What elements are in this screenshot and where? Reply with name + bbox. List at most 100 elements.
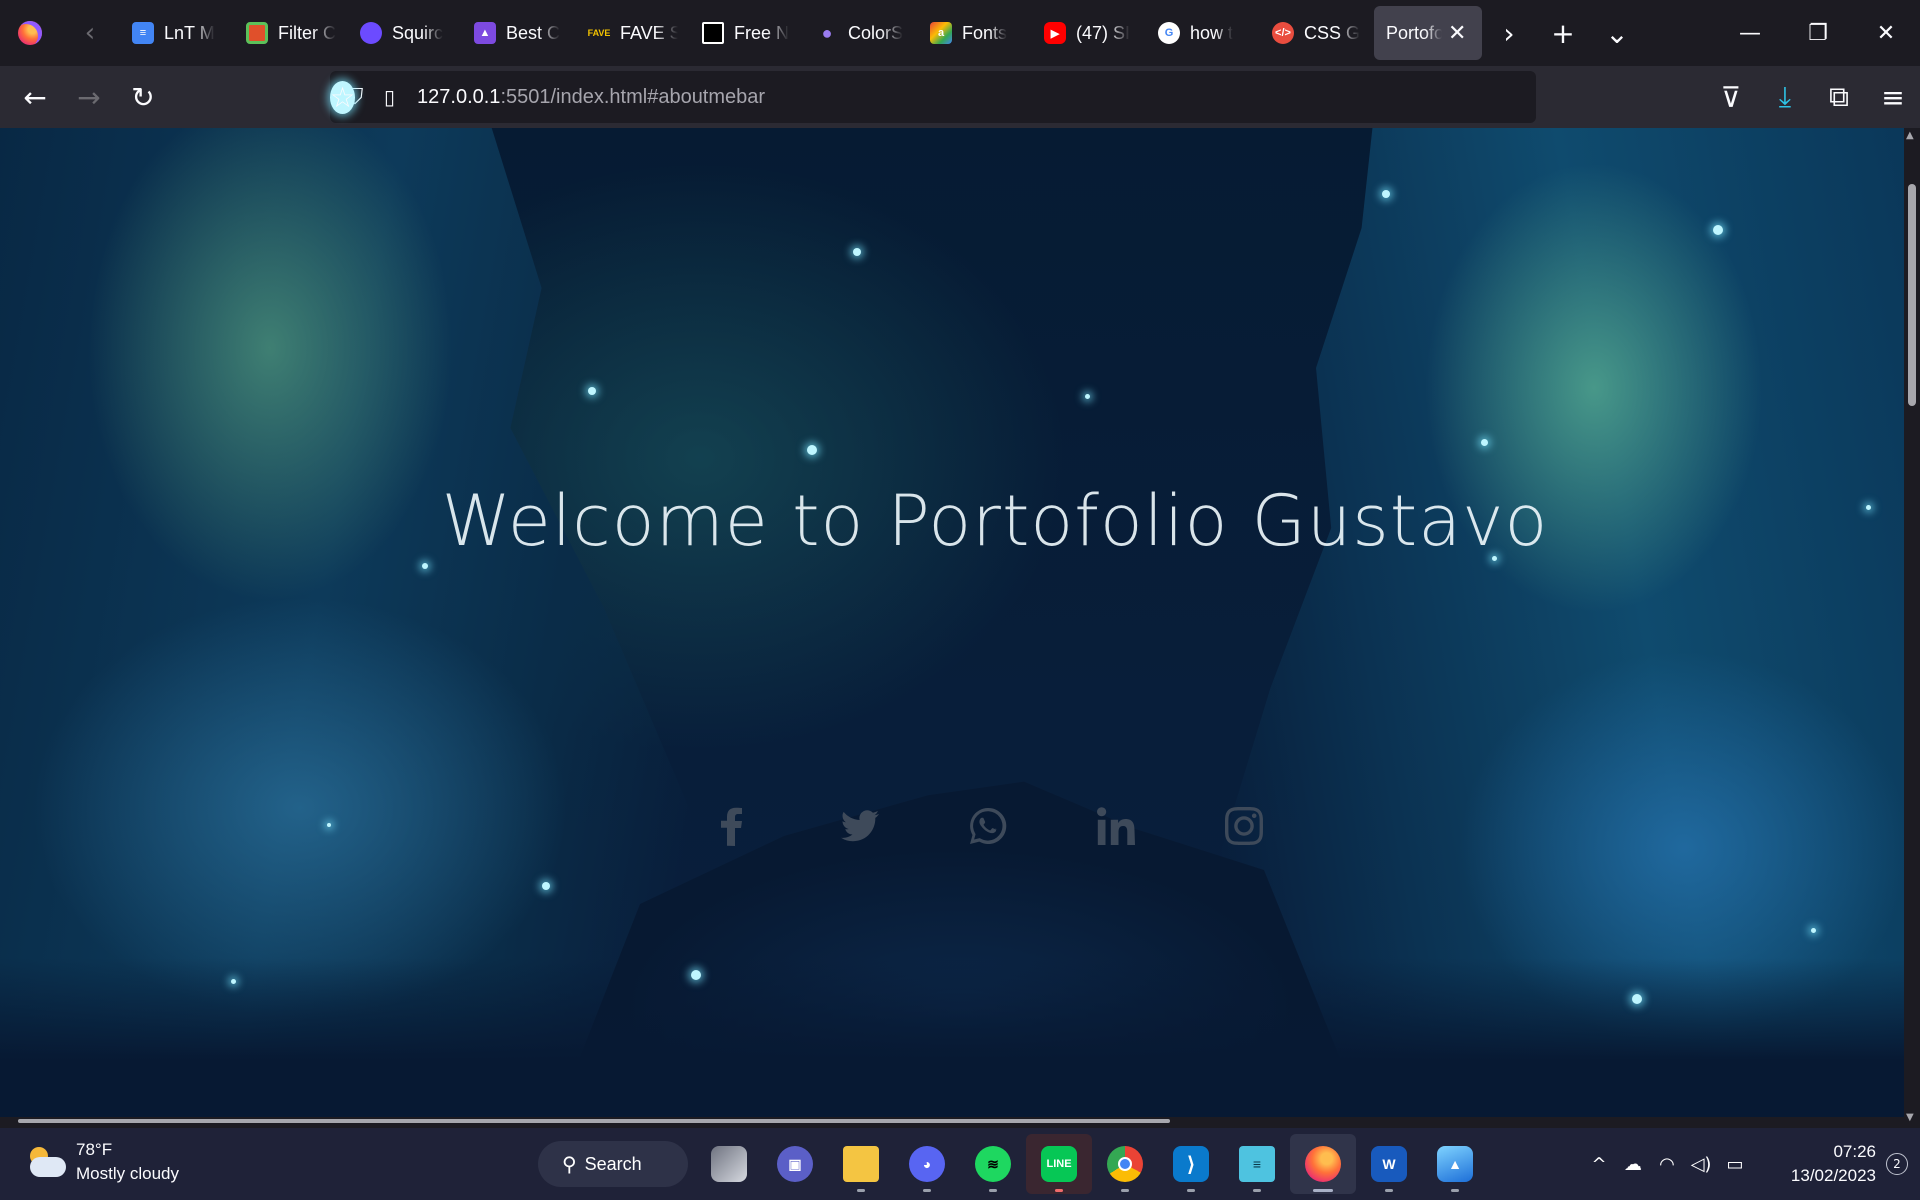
glow-star <box>1382 190 1390 198</box>
task-view-button[interactable] <box>696 1134 762 1194</box>
glow-star <box>1632 994 1642 1004</box>
spotify-icon: ≋ <box>975 1146 1011 1182</box>
tab-best[interactable]: ▲ Best C <box>462 6 576 60</box>
linkedin-icon[interactable] <box>1052 796 1180 856</box>
minimize-icon[interactable]: — <box>1716 0 1784 66</box>
hero-title: Welcome to Portofolio Gustavo <box>441 480 1549 562</box>
pocket-icon[interactable]: ⊽ <box>1704 70 1758 124</box>
scroll-tabs-left-icon[interactable]: ‹ <box>60 0 120 66</box>
start-button[interactable] <box>464 1134 530 1194</box>
scroll-down-icon[interactable]: ▼ <box>1906 1112 1914 1123</box>
extensions-icon[interactable]: ⧉ <box>1812 70 1866 124</box>
google-icon: G <box>1158 22 1180 44</box>
download-icon[interactable]: ⤓ <box>1758 70 1812 124</box>
firefox-taskbar-button[interactable] <box>1290 1134 1356 1194</box>
taskbar-apps: ⚲ Search ▣ ◕ ≋ LINE ⟩ ≡ W ▲ <box>464 1128 1488 1200</box>
file-explorer-button[interactable] <box>828 1134 894 1194</box>
onedrive-icon[interactable]: ☁ <box>1616 1154 1650 1175</box>
discord-button[interactable]: ◕ <box>894 1134 960 1194</box>
tab-fonts[interactable]: a Fonts <box>918 6 1032 60</box>
search-icon: ⚲ <box>562 1153 577 1176</box>
tab-colors[interactable]: ● ColorS <box>804 6 918 60</box>
scroll-up-icon[interactable]: ▲ <box>1906 130 1914 141</box>
glow-star <box>542 882 550 890</box>
forward-icon[interactable]: → <box>62 70 116 124</box>
scene-fade <box>0 958 1904 1125</box>
tab-portofolio[interactable]: Portofol ✕ <box>1374 6 1482 60</box>
notification-badge[interactable]: 2 <box>1886 1153 1908 1175</box>
whatsapp-icon[interactable] <box>924 796 1052 856</box>
page-info-icon[interactable]: ▯ <box>384 85 395 109</box>
chrome-button[interactable] <box>1092 1134 1158 1194</box>
url-bar[interactable]: ⛉ ▯ 127.0.0.1:5501/index.html#aboutmebar… <box>330 71 1536 123</box>
back-icon[interactable]: ← <box>8 70 62 124</box>
clock[interactable]: 07:26 13/02/2023 <box>1766 1140 1876 1188</box>
teams-chat-button[interactable]: ▣ <box>762 1134 828 1194</box>
vscode-icon: ⟩ <box>1173 1146 1209 1182</box>
glow-star <box>422 563 428 569</box>
code-icon: </> <box>1272 22 1294 44</box>
squircle-icon <box>360 22 382 44</box>
photos-button[interactable]: ▲ <box>1422 1134 1488 1194</box>
scroll-tabs-right-icon[interactable]: › <box>1482 0 1536 66</box>
tab-fave[interactable]: FAVE FAVE S <box>576 6 690 60</box>
line-button[interactable]: LINE <box>1026 1134 1092 1194</box>
notepad-button[interactable]: ≡ <box>1224 1134 1290 1194</box>
glow-star <box>588 387 596 395</box>
url-text[interactable]: 127.0.0.1:5501/index.html#aboutmebar <box>417 86 765 109</box>
twitter-icon[interactable] <box>796 796 924 856</box>
glow-star <box>1811 928 1816 933</box>
list-all-tabs-icon[interactable]: ⌄ <box>1590 0 1644 66</box>
browser-nav-bar: ← → ↻ ⛉ ▯ 127.0.0.1:5501/index.html#abou… <box>0 66 1920 128</box>
system-tray: ^ ☁ ◠ ◁) ▭ 07:26 13/02/2023 2 <box>1582 1128 1920 1200</box>
glow-star <box>231 979 236 984</box>
windows-icon <box>480 1147 515 1182</box>
volume-icon[interactable]: ◁) <box>1684 1154 1718 1175</box>
page-viewport: Welcome to Portofolio Gustavo <box>0 128 1904 1125</box>
clock-date: 13/02/2023 <box>1790 1166 1876 1185</box>
line-icon: LINE <box>1041 1146 1077 1182</box>
planet-icon: ● <box>821 22 833 43</box>
glow-star <box>1481 439 1488 446</box>
fonts-icon: a <box>930 22 952 44</box>
vscode-button[interactable]: ⟩ <box>1158 1134 1224 1194</box>
horizontal-scrollbar[interactable] <box>0 1117 1904 1125</box>
instagram-icon[interactable] <box>1180 796 1308 856</box>
show-hidden-icons-icon[interactable]: ^ <box>1582 1154 1616 1175</box>
tab-youtube[interactable]: ▶ (47) SI <box>1032 6 1146 60</box>
photos-icon: ▲ <box>1437 1146 1473 1182</box>
facebook-icon[interactable] <box>668 796 796 856</box>
tab-filter[interactable]: Filter C <box>234 6 348 60</box>
horizontal-scroll-thumb[interactable] <box>18 1119 1170 1123</box>
tab-free[interactable]: Free N <box>690 6 804 60</box>
discord-icon: ◕ <box>909 1146 945 1182</box>
menu-icon[interactable]: ≡ <box>1866 70 1920 124</box>
notepad-icon: ≡ <box>1239 1146 1275 1182</box>
firefox-icon[interactable] <box>0 0 60 66</box>
tab-css[interactable]: </> CSS G <box>1260 6 1374 60</box>
bookmark-star-icon[interactable]: ☆ <box>330 80 356 114</box>
reload-icon[interactable]: ↻ <box>116 70 170 124</box>
taskbar-search[interactable]: ⚲ Search <box>538 1141 688 1187</box>
glow-star <box>807 445 817 455</box>
tab-strip: ≡ LnT M Filter C Squirc ▲ Best C FAVE FAVE … <box>120 0 1482 66</box>
wifi-icon[interactable]: ◠ <box>1650 1154 1684 1175</box>
tab-lnt[interactable]: ≡ LnT M <box>120 6 234 60</box>
firefox-taskbar-icon <box>1305 1146 1341 1182</box>
spotify-button[interactable]: ≋ <box>960 1134 1026 1194</box>
new-tab-icon[interactable]: + <box>1536 0 1590 66</box>
tab-google[interactable]: Ghow t <box>1146 6 1260 60</box>
vertical-scroll-thumb[interactable] <box>1908 184 1916 406</box>
docs-icon: ≡ <box>132 22 154 44</box>
word-button[interactable]: W <box>1356 1134 1422 1194</box>
battery-icon[interactable]: ▭ <box>1718 1154 1752 1175</box>
hero-background-image <box>0 128 1904 1125</box>
glow-star <box>1085 394 1090 399</box>
weather-widget[interactable]: 78°F Mostly cloudy <box>26 1138 179 1186</box>
restore-icon[interactable]: ❐ <box>1784 0 1852 66</box>
browser-tab-bar: ‹ ≡ LnT M Filter C Squirc ▲ Best C FAVE FAV… <box>0 0 1920 66</box>
vertical-scrollbar[interactable]: ▲ ▼ <box>1904 128 1920 1125</box>
close-tab-icon[interactable]: ✕ <box>1448 20 1466 46</box>
tab-squircle[interactable]: Squirc <box>348 6 462 60</box>
close-window-icon[interactable]: ✕ <box>1852 0 1920 66</box>
